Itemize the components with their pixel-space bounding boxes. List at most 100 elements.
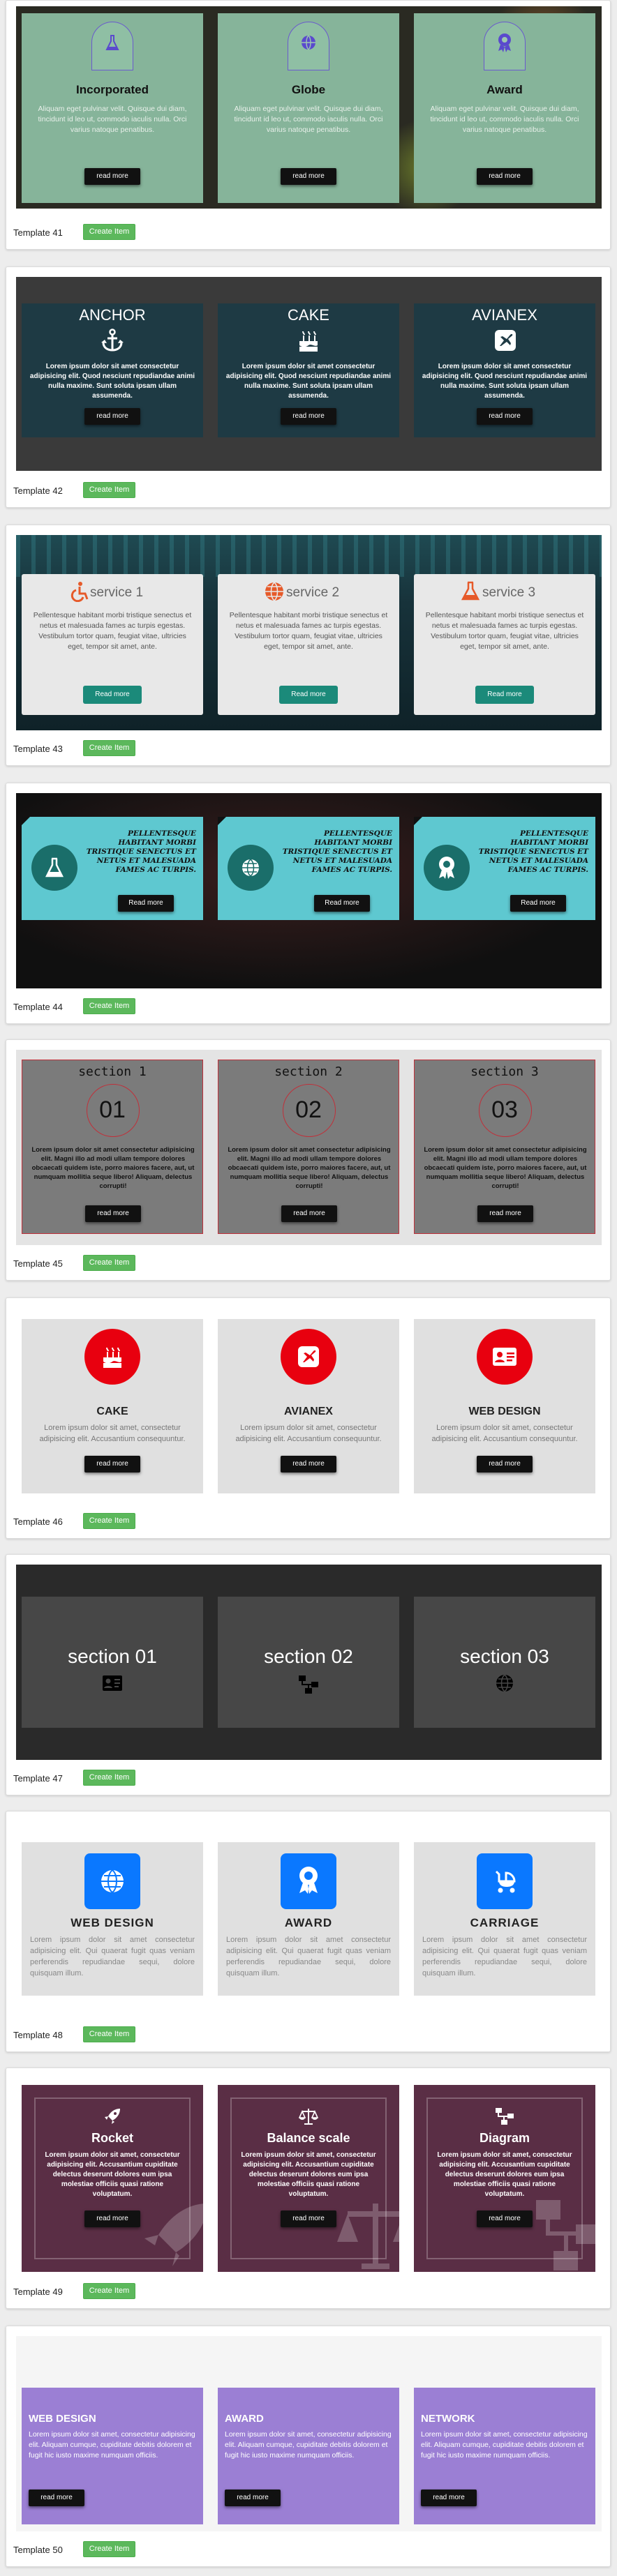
card-title: section 02 xyxy=(264,1645,353,1667)
create-item-button[interactable]: Create Item xyxy=(83,1513,135,1529)
card-title: service 2 xyxy=(286,585,340,600)
template-preview: Incorporated Aliquam eget pulvinar velit… xyxy=(16,6,602,209)
card-title: AWARD xyxy=(225,2413,264,2425)
read-more-button[interactable]: Read more xyxy=(279,686,338,704)
read-more-button[interactable]: read more xyxy=(84,1456,140,1472)
read-more-button[interactable]: read more xyxy=(281,408,336,425)
read-more-button[interactable]: read more xyxy=(477,1456,533,1472)
card-text: Lorem ipsum dolor sit amet consectetur a… xyxy=(225,363,392,400)
section-card: section 2 02 Lorem ipsum dolor sit amet … xyxy=(218,1060,399,1234)
sitemap-icon xyxy=(495,2107,514,2125)
card-title: CARRIAGE xyxy=(470,1916,540,1929)
template-46: CAKE Lorem ipsum dolor sit amet, consect… xyxy=(6,1297,611,1539)
card-text: Aliquam eget pulvinar velit. Quisque dui… xyxy=(430,105,579,134)
card-text: Lorem ipsum dolor sit amet, consectetur … xyxy=(39,1424,186,1443)
read-more-button[interactable]: Read more xyxy=(83,686,142,704)
template-name: Template 45 xyxy=(13,1258,63,1269)
template-name: Template 42 xyxy=(13,485,63,496)
read-more-button[interactable]: read more xyxy=(281,1205,337,1222)
balance-scale-background-icon xyxy=(334,2197,399,2272)
read-more-button[interactable]: read more xyxy=(477,2210,533,2227)
card-text: Lorem ipsum dolor sit amet, consectetur … xyxy=(225,2430,392,2460)
create-item-button[interactable]: Create Item xyxy=(83,740,135,756)
service-card: service 3 Pellentesque habitant morbi tr… xyxy=(414,574,595,715)
card-title: WEB DESIGN xyxy=(468,1406,541,1417)
flask-icon xyxy=(45,857,64,878)
service-card: Globe Aliquam eget pulvinar velit. Quisq… xyxy=(218,13,399,203)
card-title: AWARD xyxy=(284,1916,333,1929)
service-card: ANCHOR Lorem ipsum dolor sit amet consec… xyxy=(22,303,203,437)
read-more-button[interactable]: read more xyxy=(281,168,336,185)
template-footer: Template 41 Create Item xyxy=(6,216,610,249)
service-card: Rocket Lorem ipsum dolor sit amet, conse… xyxy=(22,2085,203,2272)
read-more-button[interactable]: Read more xyxy=(475,686,534,704)
read-more-button[interactable]: read more xyxy=(225,2490,281,2506)
template-preview: ANCHOR Lorem ipsum dolor sit amet consec… xyxy=(16,277,602,471)
service-card: CARRIAGE Lorem ipsum dolor sit amet cons… xyxy=(414,1842,595,1996)
card-title: section 2 xyxy=(274,1064,343,1079)
read-more-button[interactable]: read more xyxy=(281,1456,336,1472)
service-card: AWARD Lorem ipsum dolor sit amet, consec… xyxy=(218,2388,399,2524)
feature-card: PELLENTESQUE HABITANT MORBI TRISTIQUE SE… xyxy=(22,817,203,920)
template-footer: Template 47 Create Item xyxy=(6,1761,610,1795)
read-more-button[interactable]: read more xyxy=(477,168,533,185)
card-text: Lorem ipsum dolor sit amet consectetur a… xyxy=(424,1146,587,1190)
read-more-button[interactable]: read more xyxy=(29,2490,84,2506)
card-text: Lorem ipsum dolor sit amet consectetur a… xyxy=(226,1936,391,1978)
template-footer: Template 44 Create Item xyxy=(6,990,610,1023)
card-text: PELLENTESQUE HABITANT MORBI TRISTIQUE SE… xyxy=(478,829,588,874)
card-title: Globe xyxy=(291,83,326,96)
template-41: Incorporated Aliquam eget pulvinar velit… xyxy=(6,0,611,250)
read-more-button[interactable]: read more xyxy=(84,408,140,425)
create-item-button[interactable]: Create Item xyxy=(83,2283,135,2299)
card-title: section 3 xyxy=(470,1064,539,1079)
create-item-button[interactable]: Create Item xyxy=(83,1255,135,1271)
create-item-button[interactable]: Create Item xyxy=(83,2541,135,2557)
section-number: 02 xyxy=(295,1097,322,1123)
read-more-button[interactable]: read more xyxy=(85,1205,141,1222)
globe-icon xyxy=(241,858,260,878)
service-card: AVIANEX Lorem ipsum dolor sit amet conse… xyxy=(414,303,595,437)
read-more-button[interactable]: Read more xyxy=(510,895,566,912)
card-title: section 03 xyxy=(460,1645,549,1667)
wheelchair-icon xyxy=(68,581,89,602)
section-card: section 3 03 Lorem ipsum dolor sit amet … xyxy=(414,1060,595,1234)
card-title: ANCHOR xyxy=(79,306,146,324)
avianex-icon xyxy=(493,329,517,352)
create-item-button[interactable]: Create Item xyxy=(83,482,135,498)
template-preview: section 01 section 02 section 03 xyxy=(16,1565,602,1760)
read-more-button[interactable]: read more xyxy=(477,1205,533,1222)
card-text: Pellentesque habitant morbi tristique se… xyxy=(425,611,584,651)
create-item-button[interactable]: Create Item xyxy=(83,1770,135,1786)
read-more-button[interactable]: read more xyxy=(84,168,140,185)
service-card: CAKE Lorem ipsum dolor sit amet consecte… xyxy=(218,303,399,437)
card-title: section 1 xyxy=(78,1064,147,1079)
card-title: Incorporated xyxy=(76,83,149,96)
card-text: Lorem ipsum dolor sit amet consectetur a… xyxy=(422,1936,587,1978)
card-text: Lorem ipsum dolor sit amet, consectetur … xyxy=(421,2430,588,2460)
template-48: WEB DESIGN Lorem ipsum dolor sit amet co… xyxy=(6,1811,611,2052)
globe-icon xyxy=(495,1673,514,1693)
read-more-button[interactable]: Read more xyxy=(118,895,174,912)
read-more-button[interactable]: read more xyxy=(421,2490,477,2506)
flask-icon xyxy=(460,581,481,602)
template-name: Template 43 xyxy=(13,744,63,754)
template-footer: Template 43 Create Item xyxy=(6,732,610,765)
read-more-button[interactable]: read more xyxy=(281,2210,336,2227)
read-more-button[interactable]: Read more xyxy=(314,895,370,912)
create-item-button[interactable]: Create Item xyxy=(83,224,135,240)
card-text: Aliquam eget pulvinar velit. Quisque dui… xyxy=(38,105,187,134)
service-card: AWARD Lorem ipsum dolor sit amet consect… xyxy=(218,1842,399,1996)
create-item-button[interactable]: Create Item xyxy=(83,2026,135,2042)
template-49: Rocket Lorem ipsum dolor sit amet, conse… xyxy=(6,2067,611,2309)
template-47: section 01 section 02 section 03 Templat… xyxy=(6,1554,611,1795)
avianex-icon xyxy=(297,1345,320,1369)
template-footer: Template 50 Create Item xyxy=(6,2533,610,2566)
card-title: NETWORK xyxy=(421,2413,475,2425)
globe-icon xyxy=(300,34,317,51)
background-light-streaks xyxy=(16,535,602,577)
read-more-button[interactable]: read more xyxy=(477,408,533,425)
read-more-button[interactable]: read more xyxy=(84,2210,140,2227)
create-item-button[interactable]: Create Item xyxy=(83,998,135,1014)
balance-scale-icon xyxy=(299,2107,318,2125)
